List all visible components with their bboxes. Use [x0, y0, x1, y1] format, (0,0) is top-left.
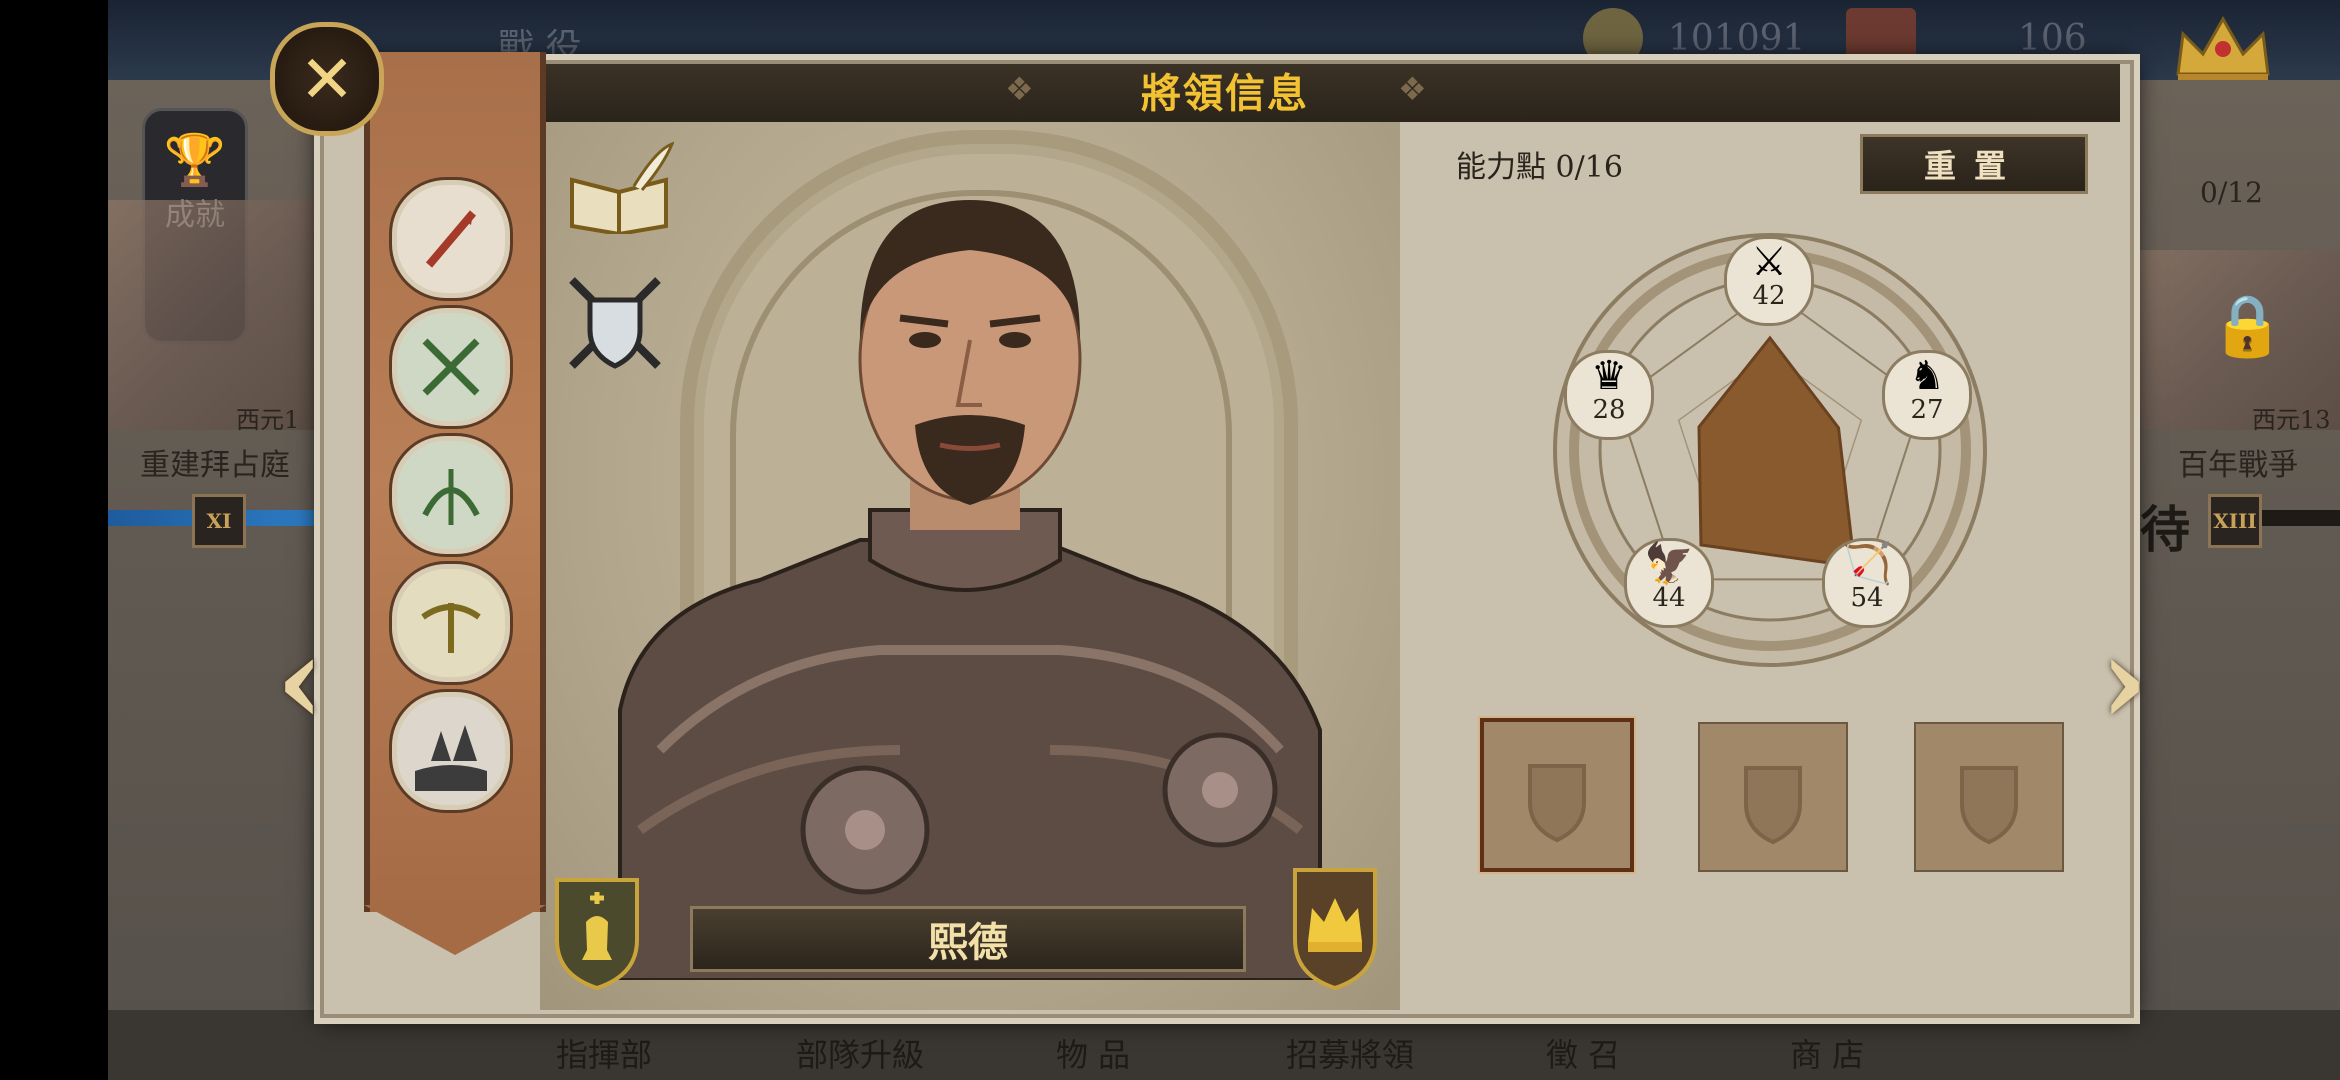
empty-shield-icon	[1960, 766, 2018, 845]
stat-defense-value: 44	[1652, 583, 1686, 613]
close-icon: ✕	[299, 40, 355, 118]
right-scene-numeral: XIII	[2208, 494, 2262, 548]
tab-items[interactable]: 物 品	[1056, 1030, 1130, 1076]
tab-unit-upgrade[interactable]: 部隊升級	[796, 1030, 924, 1076]
crossbow-skill-icon[interactable]	[392, 564, 510, 682]
tab-recruit-generals[interactable]: 招募將領	[1286, 1030, 1414, 1076]
right-progress: 0/12	[2200, 176, 2263, 209]
left-scene-image[interactable]	[108, 200, 323, 430]
right-campaign-panel	[2130, 80, 2340, 1080]
general-name: 熙德	[928, 919, 1008, 966]
right-scene-status: 待	[2140, 500, 2190, 559]
stat-cavalry: ♞ 27	[1882, 350, 1972, 440]
gem-chest-icon	[1846, 8, 1916, 58]
equipment-slot-3[interactable]	[1914, 722, 2064, 872]
rank-crown-shield-icon	[1290, 860, 1380, 991]
general-portrait	[600, 190, 1340, 982]
bottom-bar	[108, 1010, 2340, 1080]
empty-shield-icon	[1528, 764, 1586, 843]
right-scene-title: 百年戰爭	[2178, 448, 2298, 483]
stat-ranged: 🏹 54	[1822, 538, 1912, 628]
eagle-icon: 🦅	[1644, 541, 1694, 587]
stat-defense: 🦅 44	[1624, 538, 1714, 628]
previous-general-arrow[interactable]: ‹	[276, 610, 324, 751]
faction-shield-icon	[552, 870, 642, 991]
gold-coin-icon	[1583, 8, 1643, 68]
stat-melee-value: 42	[1752, 281, 1786, 311]
header-ornament-left: ❖	[1005, 70, 1034, 108]
tab-conscript[interactable]: 徵 召	[1546, 1030, 1620, 1076]
general-name-plate: 熙德	[690, 906, 1246, 972]
horse-icon: ♞	[1909, 353, 1945, 399]
armory-shield-icon[interactable]	[566, 274, 664, 372]
equipment-slot-2[interactable]	[1698, 722, 1848, 872]
empty-shield-icon	[1744, 766, 1802, 845]
reset-button[interactable]: 重置	[1860, 134, 2088, 194]
right-scene-year: 西元13	[2252, 406, 2331, 434]
next-general-arrow[interactable]: ›	[2100, 610, 2148, 751]
bow-skill-icon[interactable]	[392, 436, 510, 554]
close-button[interactable]: ✕	[270, 22, 384, 136]
forest-terrain-skill-icon[interactable]	[392, 692, 510, 810]
spear-skill-icon[interactable]	[392, 180, 510, 298]
bow-icon: 🏹	[1842, 541, 1892, 587]
tab-shop[interactable]: 商 店	[1790, 1030, 1864, 1076]
crossed-swords-skill-icon[interactable]	[392, 308, 510, 426]
gem-amount: 106	[2018, 18, 2087, 59]
left-scene-title: 重建拜占庭	[140, 448, 290, 483]
codex-book-icon[interactable]	[564, 140, 675, 237]
tab-command[interactable]: 指揮部	[556, 1030, 652, 1076]
header-ornament-right: ❖	[1398, 70, 1427, 108]
banner-tip	[364, 905, 546, 955]
ability-points: 能力點 0/16	[1456, 150, 1623, 185]
crossed-swords-icon: ⚔	[1751, 239, 1787, 285]
equipment-slot-1[interactable]	[1480, 718, 1634, 872]
stat-melee: ⚔ 42	[1724, 236, 1814, 326]
stat-command-value: 28	[1592, 395, 1626, 425]
stat-cavalry-value: 27	[1910, 395, 1944, 425]
stat-command: ♛ 28	[1564, 350, 1654, 440]
left-scene-year: 西元1	[236, 406, 300, 434]
gold-amount: 101091	[1668, 18, 1806, 59]
stat-ranged-value: 54	[1850, 583, 1884, 613]
lock-icon: 🔒	[2210, 291, 2285, 361]
crown-stat-icon: ♛	[1591, 353, 1627, 399]
trophy-icon: 🏆	[163, 131, 227, 189]
dialog-title: 將領信息	[1141, 70, 1309, 117]
left-scene-numeral: XI	[192, 494, 246, 548]
